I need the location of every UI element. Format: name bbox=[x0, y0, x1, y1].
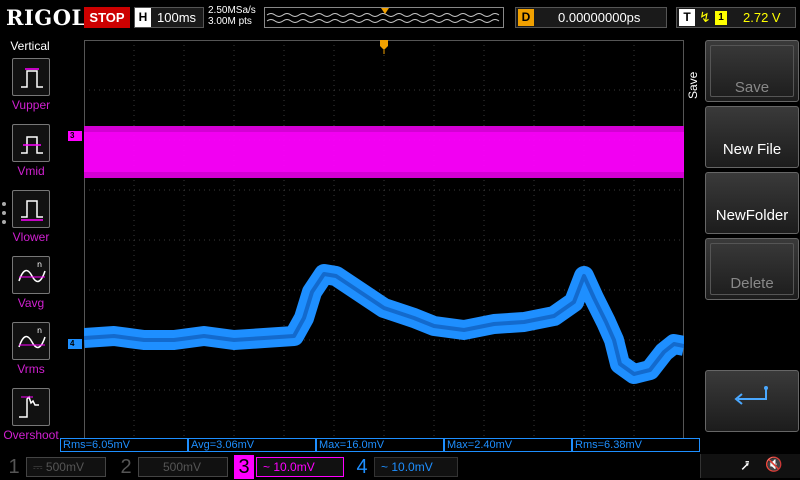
save-button[interactable]: Save bbox=[705, 40, 799, 102]
trigger-edge-icon: ↯ bbox=[699, 9, 711, 25]
channel-number: 2 bbox=[120, 456, 132, 478]
graticule bbox=[84, 40, 684, 440]
vupper-icon bbox=[12, 58, 50, 96]
measure-label: Overshoot bbox=[3, 428, 59, 442]
readout-2[interactable]: Avg=3.06mV bbox=[188, 438, 316, 452]
new-file-button[interactable]: New File bbox=[705, 106, 799, 168]
menu-title: Save bbox=[686, 71, 700, 99]
measure-label: Vupper bbox=[11, 98, 51, 112]
horizontal-timebase[interactable]: H 100ms bbox=[134, 7, 204, 28]
ch4-offset-marker[interactable]: 4 bbox=[68, 339, 82, 349]
sample-rate: 2.50MSa/s bbox=[208, 5, 256, 16]
vavg-icon: n bbox=[12, 256, 50, 294]
vmid-icon bbox=[12, 124, 50, 162]
measure-label: Vavg bbox=[17, 296, 45, 310]
ch4-waveform bbox=[83, 264, 686, 384]
delay-label: D bbox=[518, 9, 534, 26]
button-label: Delete bbox=[730, 275, 774, 292]
coupling-icon: ⎓ bbox=[33, 460, 43, 474]
save-menu: Save Save New File NewFolder Delete bbox=[686, 36, 800, 440]
channel-number: 1 bbox=[8, 456, 20, 478]
speaker-mute-icon[interactable]: 🔇 bbox=[765, 456, 782, 473]
horizontal-label: H bbox=[135, 8, 151, 27]
measure-vupper[interactable]: Vupper bbox=[0, 58, 62, 122]
trigger-settings[interactable]: T ↯ 1 2.72 V bbox=[676, 7, 796, 28]
ch3-offset-marker[interactable]: 3 bbox=[68, 131, 82, 141]
measure-vrms[interactable]: n Vrms bbox=[0, 322, 62, 386]
button-label: NewFolder bbox=[715, 207, 789, 224]
measure-overshoot[interactable]: Overshoot bbox=[0, 388, 62, 452]
delete-button[interactable]: Delete bbox=[705, 238, 799, 300]
return-icon bbox=[734, 386, 768, 405]
measure-vlower[interactable]: Vlower bbox=[0, 190, 62, 254]
acquisition-info: 2.50MSa/s 3.00M pts bbox=[208, 5, 256, 27]
trigger-label: T bbox=[679, 9, 695, 26]
channel-number: 3 bbox=[234, 455, 254, 479]
trigger-delay[interactable]: D 0.00000000ps bbox=[515, 7, 667, 28]
coupling-icon: ~ bbox=[263, 460, 271, 474]
overshoot-icon bbox=[12, 388, 50, 426]
channel-scale: ⎓ 500mV bbox=[26, 457, 106, 477]
readout-3[interactable]: Max=16.0mV bbox=[316, 438, 444, 452]
measure-label: Vlower bbox=[12, 230, 50, 244]
usb-icon: ⭷ bbox=[741, 458, 750, 474]
delay-value: 0.00000000ps bbox=[558, 10, 641, 25]
channel-scale: ~ 10.0mV bbox=[256, 457, 344, 477]
brand-logo: RIGOL bbox=[6, 5, 87, 30]
measurement-menu: Vertical Vupper Vmid Vlower n Vavg n Vrm… bbox=[0, 36, 62, 442]
trigger-level: 2.72 V bbox=[743, 10, 781, 25]
trigger-position-icon bbox=[380, 40, 388, 50]
svg-text:n: n bbox=[37, 326, 42, 335]
channel-scale: 500mV bbox=[138, 457, 228, 477]
channel-bar: 1 ⎓ 500mV 2 500mV 3 ~ 10.0mV 4 ~ 10.0mV … bbox=[0, 452, 800, 480]
readout-5[interactable]: Rms=6.38mV bbox=[572, 438, 700, 452]
svg-text:n: n bbox=[37, 260, 42, 269]
measure-category-title: Vertical bbox=[10, 39, 50, 53]
vrms-icon: n bbox=[12, 322, 50, 360]
overview-waveform bbox=[266, 8, 500, 23]
memory-depth: 3.00M pts bbox=[208, 16, 252, 27]
return-button[interactable] bbox=[705, 370, 799, 432]
channel-number: 4 bbox=[356, 456, 368, 478]
measure-vavg[interactable]: n Vavg bbox=[0, 256, 62, 320]
run-stop-indicator[interactable]: STOP bbox=[84, 7, 130, 28]
coupling-icon: ~ bbox=[381, 460, 389, 474]
measure-label: Vmid bbox=[17, 164, 45, 178]
readout-4[interactable]: Max=2.40mV bbox=[444, 438, 572, 452]
button-label: Save bbox=[734, 79, 770, 96]
timebase-value: 100ms bbox=[157, 10, 197, 25]
waveform-canvas bbox=[83, 40, 686, 440]
button-label: New File bbox=[722, 141, 782, 158]
vlower-icon bbox=[12, 190, 50, 228]
measurement-results: Rms=6.05mV Avg=3.06mV Max=16.0mV Max=2.4… bbox=[60, 438, 700, 452]
trigger-source: 1 bbox=[715, 11, 727, 25]
channel-scale: ~ 10.0mV bbox=[374, 457, 458, 477]
measure-vmid[interactable]: Vmid bbox=[0, 124, 62, 188]
status-icons: ⭷ 🔇 bbox=[700, 454, 800, 478]
measure-label: Vrms bbox=[17, 362, 45, 376]
readout-1[interactable]: Rms=6.05mV bbox=[60, 438, 188, 452]
new-folder-button[interactable]: NewFolder bbox=[705, 172, 799, 234]
top-status-bar: RIGOL STOP H 100ms 2.50MSa/s 3.00M pts D… bbox=[0, 0, 800, 36]
ch3-waveform bbox=[84, 126, 684, 178]
memory-overview[interactable] bbox=[264, 7, 504, 28]
waveform-display[interactable] bbox=[83, 40, 686, 440]
